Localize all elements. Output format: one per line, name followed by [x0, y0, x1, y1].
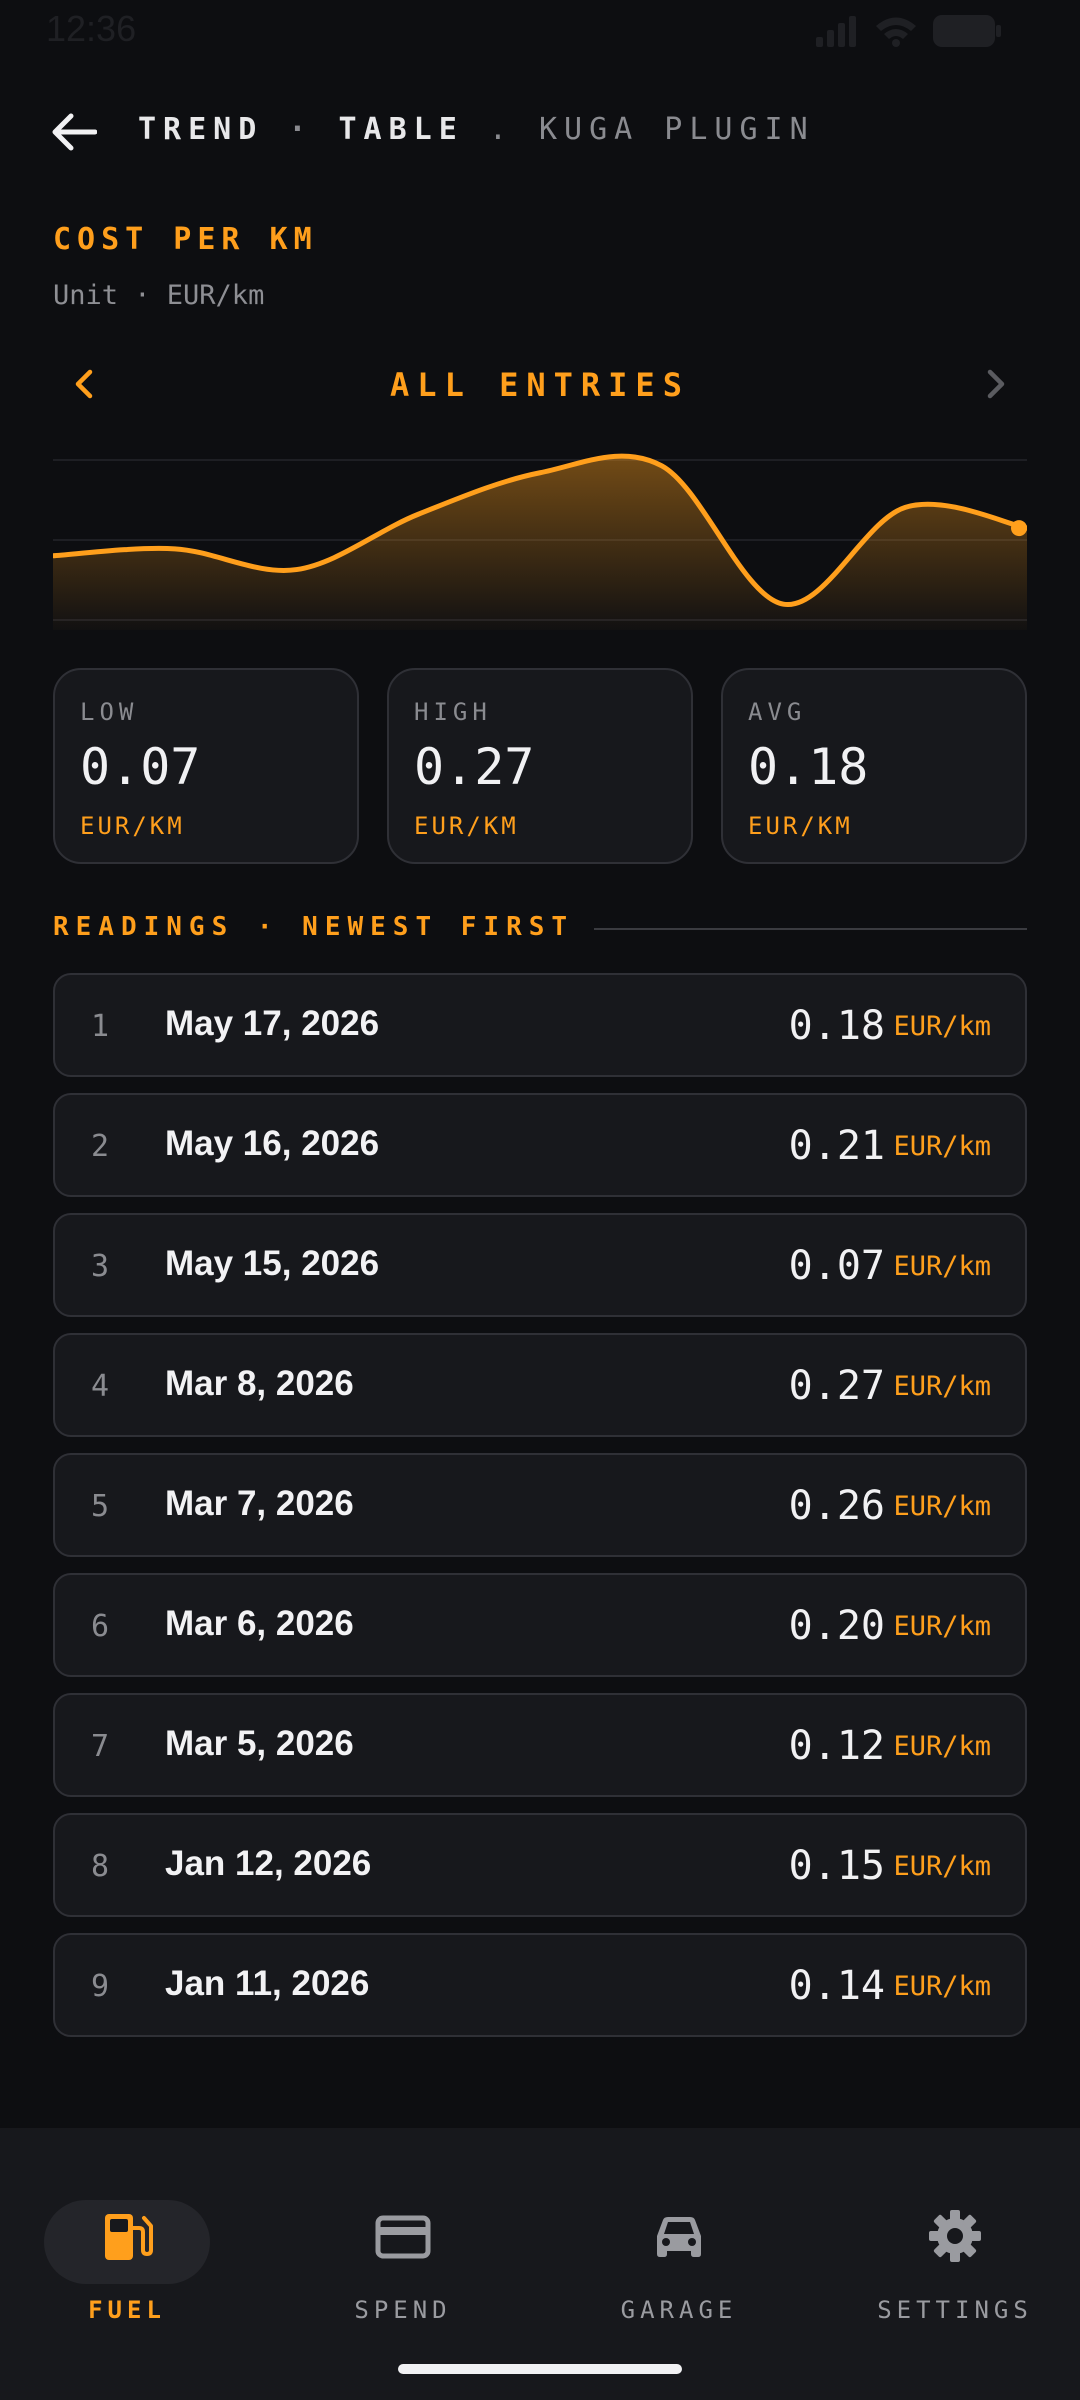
fuel-pump-icon	[105, 2214, 153, 2260]
stat-card-low: LOW 0.07 EUR/KM	[53, 668, 359, 864]
list-item[interactable]: 7 Mar 5, 2026 0.12 EUR/km	[53, 1693, 1027, 1797]
stat-value: 0.07	[80, 738, 201, 796]
list-item[interactable]: 6 Mar 6, 2026 0.20 EUR/km	[53, 1573, 1027, 1677]
list-item[interactable]: 4 Mar 8, 2026 0.27 EUR/km	[53, 1333, 1027, 1437]
status-icons	[814, 14, 1002, 48]
row-value: 0.27	[788, 1363, 885, 1409]
row-date: May 16, 2026	[165, 1124, 380, 1163]
nav-label: GARAGE	[620, 2296, 738, 2324]
list-item[interactable]: 5 Mar 7, 2026 0.26 EUR/km	[53, 1453, 1027, 1557]
crumb-trend[interactable]: TREND	[138, 112, 263, 147]
row-index: 7	[91, 1729, 110, 1764]
row-value: 0.14	[788, 1963, 885, 2009]
row-index: 5	[91, 1489, 110, 1524]
chart-point	[1011, 520, 1027, 537]
nav-item-spend[interactable]: SPEND	[288, 2164, 518, 2324]
status-bar: 12:36	[0, 0, 1080, 62]
row-index: 9	[91, 1969, 110, 2004]
row-value: 0.26	[788, 1483, 885, 1529]
battery-icon	[933, 15, 1001, 47]
row-value: 0.20	[788, 1603, 885, 1649]
row-unit: EUR/km	[893, 1011, 991, 1042]
list-item[interactable]: 2 May 16, 2026 0.21 EUR/km	[53, 1093, 1027, 1197]
row-value: 0.21	[788, 1123, 885, 1169]
bottom-nav: FUEL SPEND GARAGE SETTINGS	[0, 2128, 1080, 2400]
crumb-separator: ·	[288, 112, 314, 147]
stat-label: LOW	[80, 698, 139, 726]
car-icon	[657, 2217, 701, 2257]
stat-card-avg: AVG 0.18 EUR/KM	[721, 668, 1027, 864]
row-date: Jan 12, 2026	[165, 1844, 372, 1883]
row-unit: EUR/km	[893, 1611, 991, 1642]
row-date: May 15, 2026	[165, 1244, 380, 1283]
stat-unit: EUR/KM	[80, 812, 185, 840]
row-date: Jan 11, 2026	[165, 1964, 370, 2003]
crumb-vehicle: KUGA PLUGIN	[539, 112, 815, 147]
nav-item-fuel[interactable]: FUEL	[12, 2164, 242, 2324]
row-value: 0.15	[788, 1843, 885, 1889]
wifi-icon	[876, 17, 916, 47]
list-item[interactable]: 8 Jan 12, 2026 0.15 EUR/km	[53, 1813, 1027, 1917]
stat-value: 0.27	[414, 738, 535, 796]
row-unit: EUR/km	[893, 1971, 991, 2002]
status-time: 12:36	[46, 8, 137, 49]
row-unit: EUR/km	[893, 1731, 991, 1762]
nav-label: SETTINGS	[877, 2296, 1033, 2324]
row-value: 0.18	[788, 1003, 885, 1049]
stat-label: AVG	[748, 698, 807, 726]
nav-item-garage[interactable]: GARAGE	[564, 2164, 794, 2324]
trend-chart	[53, 453, 1027, 630]
row-index: 2	[91, 1129, 110, 1164]
readings-section-header: READINGS · NEWEST FIRST	[53, 912, 1027, 952]
stat-card-high: HIGH 0.27 EUR/KM	[387, 668, 693, 864]
crumb-dot: .	[488, 112, 514, 147]
nav-label: FUEL	[88, 2296, 166, 2324]
metric-title: COST PER KM	[53, 222, 318, 257]
nav-item-settings[interactable]: SETTINGS	[840, 2164, 1070, 2324]
list-item[interactable]: 3 May 15, 2026 0.07 EUR/km	[53, 1213, 1027, 1317]
top-bar: TREND · TABLE . KUGA PLUGIN	[0, 96, 1080, 168]
row-index: 1	[91, 1009, 110, 1044]
row-unit: EUR/km	[893, 1251, 991, 1282]
stat-unit: EUR/KM	[414, 812, 519, 840]
stat-unit: EUR/KM	[748, 812, 853, 840]
row-date: May 17, 2026	[165, 1004, 380, 1043]
crumb-table[interactable]: TABLE	[339, 112, 464, 147]
section-divider	[585, 928, 1027, 930]
gear-icon	[929, 2210, 981, 2262]
arrow-left-icon	[52, 113, 97, 151]
row-unit: EUR/km	[893, 1371, 991, 1402]
range-next-button[interactable]	[977, 366, 1013, 402]
row-date: Mar 5, 2026	[165, 1724, 354, 1763]
nav-label: SPEND	[354, 2296, 452, 2324]
row-date: Mar 6, 2026	[165, 1604, 354, 1643]
chart-area-fill	[53, 456, 1027, 630]
range-selector: ALL ENTRIES	[53, 360, 1027, 410]
stat-value: 0.18	[748, 738, 869, 796]
row-unit: EUR/km	[893, 1851, 991, 1882]
credit-card-icon	[375, 2215, 431, 2259]
chevron-right-icon	[987, 369, 1005, 399]
row-value: 0.12	[788, 1723, 885, 1769]
range-label: ALL ENTRIES	[390, 366, 690, 404]
row-unit: EUR/km	[893, 1131, 991, 1162]
metric-unit: Unit · EUR/km	[53, 280, 265, 311]
row-value: 0.07	[788, 1243, 885, 1289]
stat-label: HIGH	[414, 698, 492, 726]
row-index: 6	[91, 1609, 110, 1644]
section-label: READINGS · NEWEST FIRST	[53, 912, 595, 942]
row-date: Mar 8, 2026	[165, 1364, 354, 1403]
row-index: 3	[91, 1249, 110, 1284]
list-item[interactable]: 9 Jan 11, 2026 0.14 EUR/km	[53, 1933, 1027, 2037]
row-unit: EUR/km	[893, 1491, 991, 1522]
list-item[interactable]: 1 May 17, 2026 0.18 EUR/km	[53, 973, 1027, 1077]
signal-icon	[816, 16, 856, 47]
row-date: Mar 7, 2026	[165, 1484, 354, 1523]
back-button[interactable]	[48, 108, 100, 156]
breadcrumb: TREND · TABLE . KUGA PLUGIN	[138, 112, 815, 147]
row-index: 8	[91, 1849, 110, 1884]
row-index: 4	[91, 1369, 110, 1404]
home-indicator	[398, 2364, 682, 2374]
